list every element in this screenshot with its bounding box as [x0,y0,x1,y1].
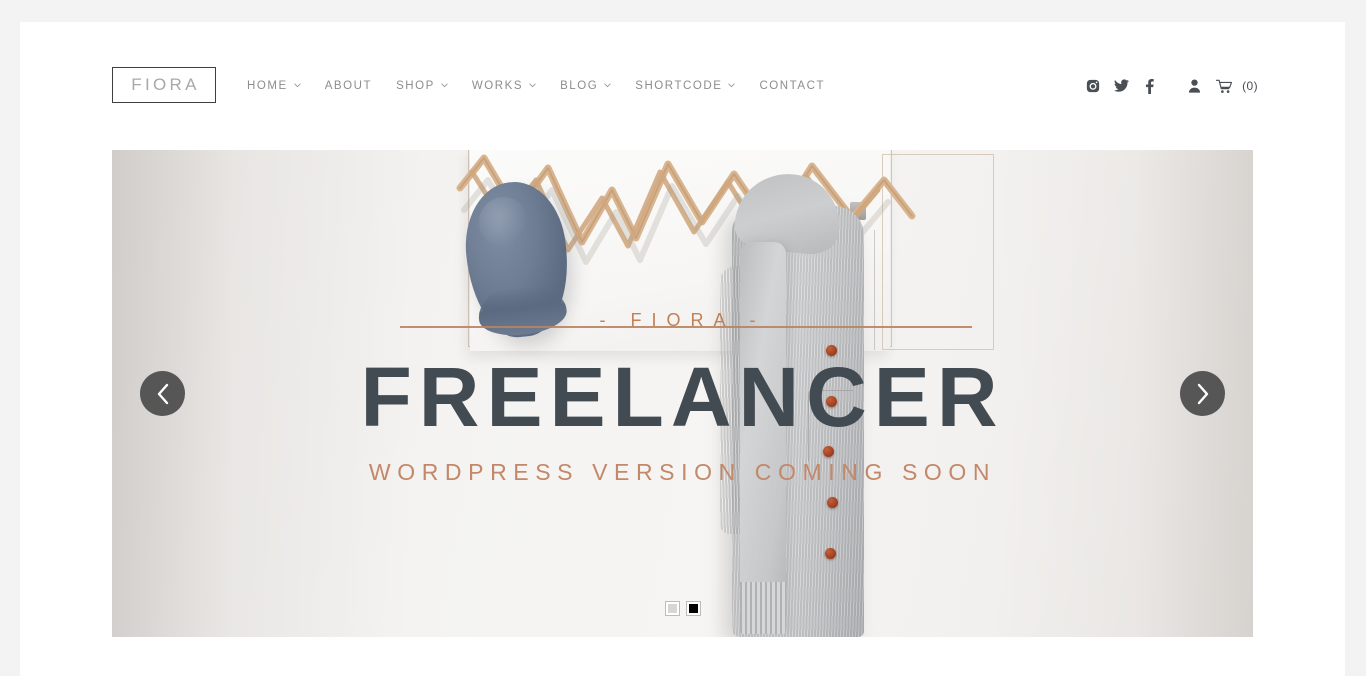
nav-item-label: SHORTCODE [635,80,723,92]
nav-item-label: CONTACT [759,80,826,92]
photo-cardigan-button [827,497,838,508]
site-logo-text: FIORA [131,75,200,94]
nav-item-blog[interactable]: BLOG [548,74,623,98]
site-logo[interactable]: FIORA [112,67,216,103]
chevron-down-icon [441,82,448,89]
twitter-icon[interactable] [1107,74,1135,98]
chevron-down-icon [728,82,736,89]
nav-item-label: HOME [247,80,288,92]
cart-count-label: (0) [1242,79,1258,93]
nav-item-label: WORKS [471,80,524,92]
hero-slider: - FIORA - FREELANCER WORDPRESS VERSION C… [112,150,1253,637]
nav-item-about[interactable]: ABOUT [313,74,384,98]
nav-item-label: ABOUT [324,80,373,92]
facebook-icon[interactable] [1135,74,1163,98]
photo-cardigan-button [825,548,836,559]
nav-item-shop[interactable]: SHOP [384,74,460,98]
chevron-down-icon [529,82,536,89]
nav-item-home[interactable]: HOME [235,74,313,98]
chevron-down-icon [293,82,301,89]
chevron-down-icon [604,82,611,89]
hero-background-photo: - FIORA - [112,150,1253,637]
nav-item-works[interactable]: WORKS [460,74,548,98]
header-tools: (0) [1079,74,1258,98]
photo-mountain-coat-rack [456,154,916,265]
chevron-left-icon [157,383,168,404]
site-header: FIORA HOME ABOUT SHOP WORKS BLOG SHORTCO… [20,22,1345,150]
slider-pagination [112,601,1253,616]
photo-knit-cardigan [720,169,872,637]
photo-cardigan-front-panel [740,242,786,634]
page-container: FIORA HOME ABOUT SHOP WORKS BLOG SHORTCO… [20,22,1345,676]
tools-divider-space [1163,86,1180,87]
slider-next-button[interactable] [1180,371,1225,416]
cart-button[interactable]: (0) [1210,74,1258,98]
main-navigation: HOME ABOUT SHOP WORKS BLOG SHORTCODE CON… [235,74,837,98]
chevron-right-icon [1197,383,1208,404]
photo-hat-highlight [476,194,532,250]
page-root: FIORA HOME ABOUT SHOP WORKS BLOG SHORTCO… [0,0,1366,676]
photo-cardigan-button [823,446,834,457]
slider-prev-button[interactable] [140,371,185,416]
nav-item-label: BLOG [560,80,599,92]
shopping-cart-icon [1210,74,1238,98]
photo-wordmark: - FIORA - [599,310,766,330]
slider-dot-2[interactable] [685,601,701,616]
nav-item-shortcode[interactable]: SHORTCODE [623,74,747,98]
instagram-icon[interactable] [1079,74,1107,98]
user-icon[interactable] [1180,74,1208,98]
photo-cardigan-button [826,345,837,356]
nav-item-label: SHOP [396,80,435,92]
slider-dot-1[interactable] [664,601,680,616]
nav-item-contact[interactable]: CONTACT [747,74,837,98]
photo-cardigan-button [826,396,837,407]
